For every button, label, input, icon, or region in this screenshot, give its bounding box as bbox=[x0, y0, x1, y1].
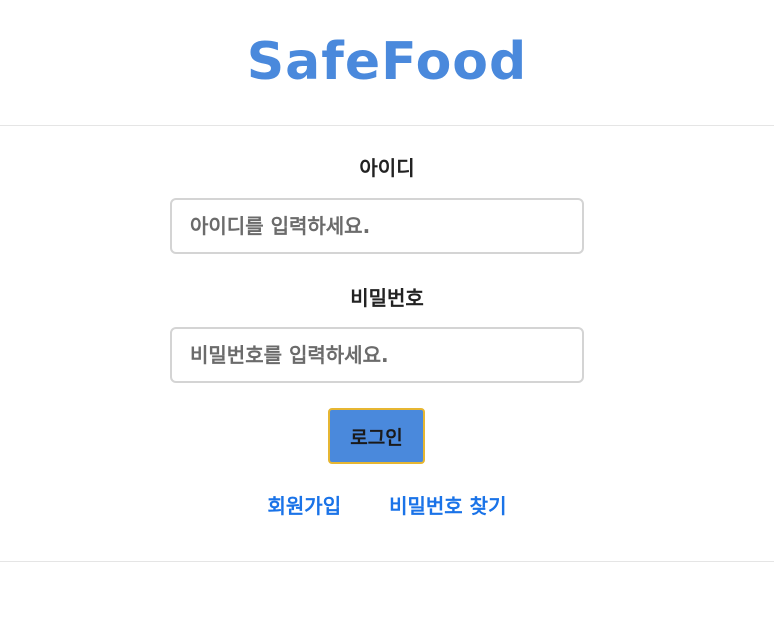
login-button[interactable]: 로그인 bbox=[328, 408, 425, 464]
id-label: 아이디 bbox=[359, 156, 415, 180]
signup-link[interactable]: 회원가입 bbox=[268, 490, 342, 519]
login-page: SafeFood 아이디 비밀번호 로그인 회원가입 비밀번호 찾기 bbox=[0, 0, 774, 617]
find-password-link[interactable]: 비밀번호 찾기 bbox=[389, 490, 506, 519]
password-input[interactable] bbox=[170, 327, 584, 383]
id-input[interactable] bbox=[170, 198, 584, 254]
password-label: 비밀번호 bbox=[350, 286, 424, 310]
footer-divider bbox=[0, 561, 774, 562]
header-divider bbox=[0, 125, 774, 126]
auth-links: 회원가입 비밀번호 찾기 bbox=[0, 490, 774, 519]
brand-title: SafeFood bbox=[246, 31, 528, 92]
header: SafeFood bbox=[0, 0, 774, 125]
